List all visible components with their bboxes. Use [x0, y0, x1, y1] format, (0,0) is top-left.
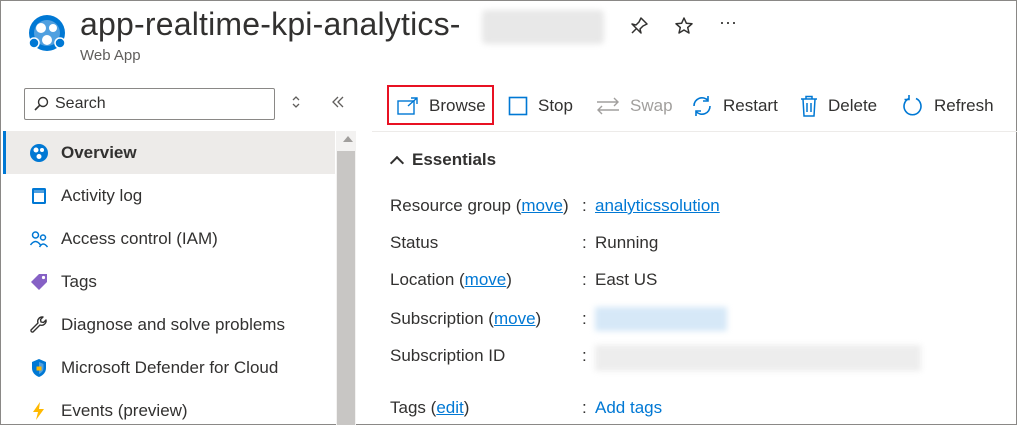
redacted-subscription-id	[595, 345, 921, 371]
scroll-up-arrow-icon[interactable]	[343, 136, 353, 142]
move-resource-group-link[interactable]: move	[521, 196, 563, 215]
sidebar-item-label: Events (preview)	[61, 400, 188, 420]
overview-globe-icon	[29, 143, 49, 163]
field-label: Subscription ID	[390, 346, 506, 365]
sidebar-item-defender[interactable]: Microsoft Defender for Cloud	[3, 346, 335, 389]
star-icon[interactable]	[672, 14, 696, 38]
sidebar-item-label: Overview	[61, 142, 137, 162]
search-placeholder: Search	[55, 95, 106, 112]
sidebar-item-overview[interactable]: Overview	[3, 131, 335, 174]
collapse-sidebar-icon[interactable]	[330, 94, 346, 113]
swap-button[interactable]: Swap	[596, 86, 673, 126]
field-label: Location	[390, 270, 455, 289]
sidebar-item-access-control[interactable]: Access control (IAM)	[3, 217, 335, 260]
edit-tags-link[interactable]: edit	[436, 398, 463, 417]
move-location-link[interactable]: move	[465, 270, 507, 289]
sidebar-nav: Overview Activity log Access control (IA…	[3, 131, 335, 425]
search-icon	[34, 96, 49, 111]
pin-icon[interactable]	[627, 14, 651, 38]
search-input[interactable]: Search	[24, 88, 275, 120]
sort-toggle-icon[interactable]	[290, 94, 302, 113]
activity-log-icon	[29, 186, 49, 206]
location-value: East US	[595, 270, 658, 289]
chevron-up-icon	[389, 155, 405, 171]
restart-label: Restart	[723, 96, 778, 115]
sidebar-item-label: Diagnose and solve problems	[61, 314, 285, 334]
sidebar-item-label: Access control (IAM)	[61, 228, 218, 248]
sidebar-item-label: Activity log	[61, 185, 143, 205]
resource-type-label: Web App	[80, 47, 141, 64]
move-subscription-link[interactable]: move	[494, 309, 536, 328]
shield-icon	[29, 358, 49, 378]
stop-square-icon	[508, 96, 528, 116]
refresh-button[interactable]: Refresh	[902, 86, 994, 126]
tag-icon	[29, 272, 49, 292]
web-app-icon	[28, 15, 66, 51]
sidebar-item-tags[interactable]: Tags	[3, 260, 335, 303]
sidebar-item-events[interactable]: Events (preview)	[3, 389, 335, 425]
stop-label: Stop	[538, 96, 573, 115]
refresh-icon	[902, 95, 924, 117]
open-external-icon	[397, 97, 419, 115]
refresh-label: Refresh	[934, 96, 994, 115]
field-label: Subscription	[390, 309, 484, 328]
field-label: Tags	[390, 398, 426, 417]
ellipsis-icon[interactable]: ···	[716, 10, 740, 34]
sidebar-item-label: Tags	[61, 271, 97, 291]
status-value: Running	[595, 233, 659, 252]
sidebar-item-diagnose[interactable]: Diagnose and solve problems	[3, 303, 335, 346]
essentials-toggle[interactable]: Essentials	[389, 150, 497, 171]
swap-label: Swap	[630, 96, 673, 115]
redacted-subscription-link[interactable]	[595, 307, 727, 331]
resource-group-link[interactable]: analyticssolution	[595, 196, 720, 216]
delete-button[interactable]: Delete	[800, 86, 877, 126]
swap-arrows-icon	[596, 97, 620, 115]
redacted-name-suffix	[482, 10, 604, 44]
sidebar-item-activity-log[interactable]: Activity log	[3, 174, 335, 217]
lightning-icon	[29, 401, 49, 421]
delete-label: Delete	[828, 96, 878, 115]
toolbar-divider	[372, 131, 1017, 132]
page-title: app-realtime-kpi-analytics-	[80, 6, 461, 42]
restart-button[interactable]: Restart	[691, 86, 778, 126]
sidebar-item-label: Microsoft Defender for Cloud	[61, 357, 279, 377]
field-label: Status	[390, 233, 439, 252]
browse-button[interactable]: Browse	[397, 86, 486, 126]
field-label: Resource group	[390, 196, 511, 215]
stop-button[interactable]: Stop	[508, 86, 573, 126]
restart-icon	[691, 95, 713, 117]
add-tags-link[interactable]: Add tags	[595, 398, 662, 418]
trash-icon	[800, 95, 818, 117]
scrollbar-thumb[interactable]	[337, 151, 355, 425]
browse-label: Browse	[429, 96, 486, 115]
essentials-heading: Essentials	[412, 150, 497, 169]
people-icon	[29, 229, 49, 249]
wrench-icon	[29, 315, 49, 335]
